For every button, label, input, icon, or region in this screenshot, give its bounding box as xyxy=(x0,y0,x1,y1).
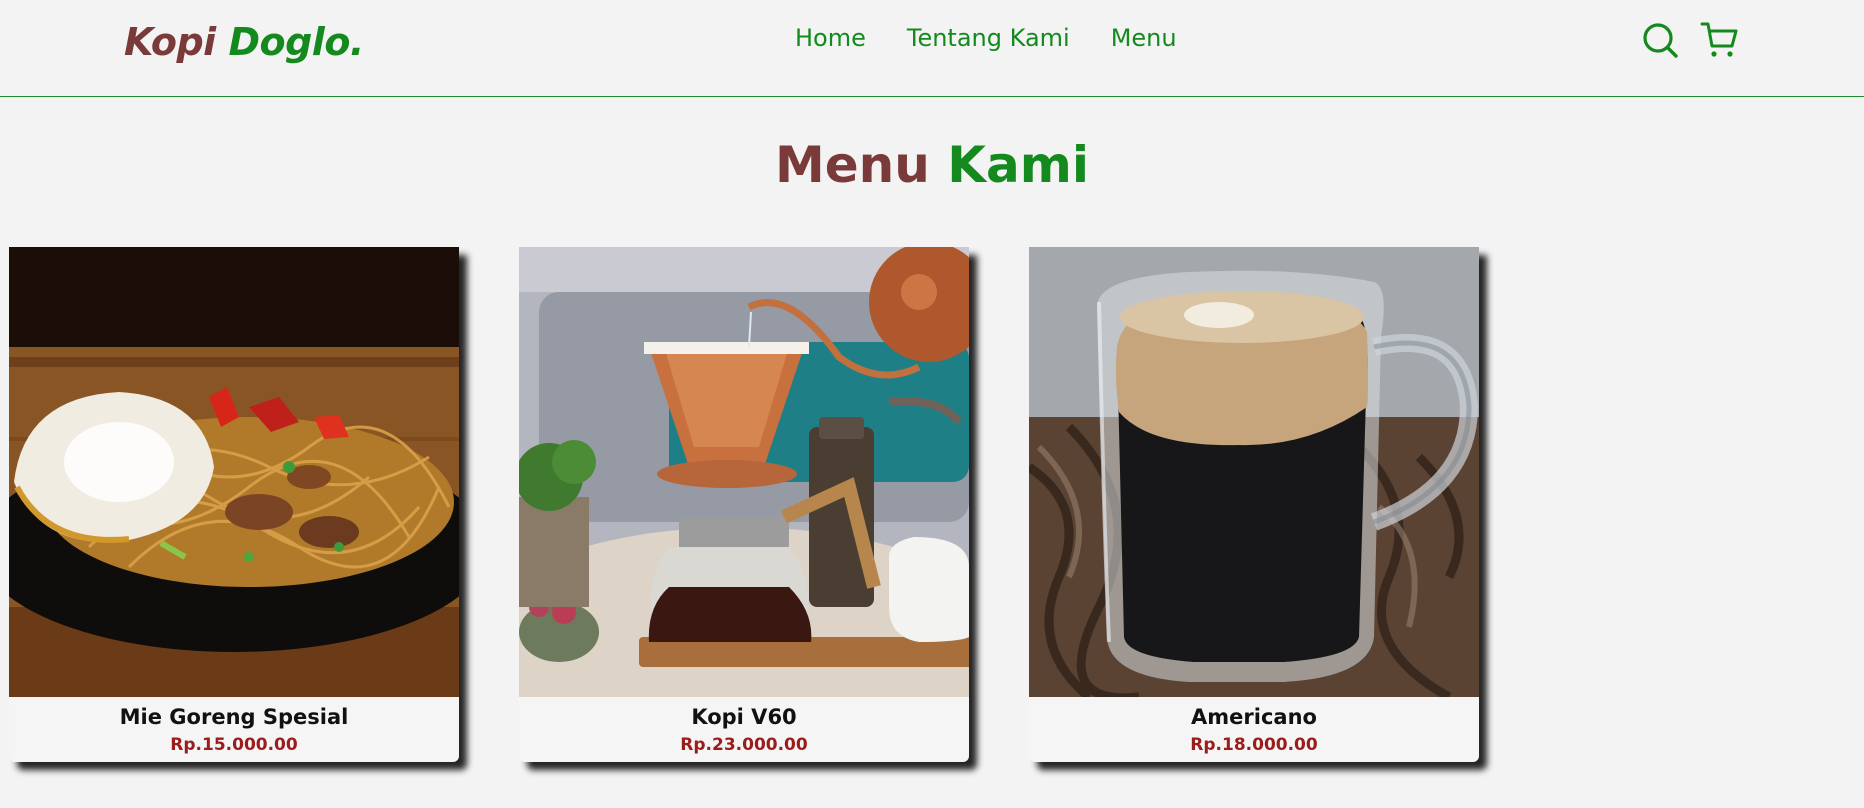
cart-icon xyxy=(1700,22,1738,57)
v60-pour-over-photo xyxy=(519,247,969,697)
americano-glass-photo xyxy=(1029,247,1479,697)
search-button[interactable] xyxy=(1641,20,1681,60)
nav-links: Home Tentang Kami Menu xyxy=(795,24,1177,52)
menu-item-price: Rp.23.000.00 xyxy=(680,735,808,755)
menu-item-name: Kopi V60 xyxy=(691,705,797,729)
logo-part-doglo: Doglo. xyxy=(228,20,364,64)
title-part-kami: Kami xyxy=(947,136,1089,194)
title-part-menu: Menu xyxy=(774,136,930,194)
menu-item-price: Rp.15.000.00 xyxy=(170,735,298,755)
nav-link-tentang-kami[interactable]: Tentang Kami xyxy=(907,24,1070,52)
menu-item-name: Mie Goreng Spesial xyxy=(119,705,349,729)
navbar: Kopi Doglo. Home Tentang Kami Menu xyxy=(0,0,1864,97)
nav-link-menu[interactable]: Menu xyxy=(1111,24,1177,52)
menu-item-name: Americano xyxy=(1191,705,1317,729)
cart-button[interactable] xyxy=(1700,20,1740,60)
section-title: Menu Kami xyxy=(0,136,1864,194)
logo-part-kopi: Kopi xyxy=(124,20,216,64)
logo[interactable]: Kopi Doglo. xyxy=(124,20,364,64)
fried-noodles-photo xyxy=(9,247,459,697)
menu-item-price: Rp.18.000.00 xyxy=(1190,735,1318,755)
menu-card[interactable]: Mie Goreng Spesial Rp.15.000.00 xyxy=(9,247,459,762)
menu-card[interactable]: Americano Rp.18.000.00 xyxy=(1029,247,1479,762)
nav-link-home[interactable]: Home xyxy=(795,24,866,52)
search-icon xyxy=(1643,23,1678,58)
menu-card[interactable]: Kopi V60 Rp.23.000.00 xyxy=(519,247,969,762)
